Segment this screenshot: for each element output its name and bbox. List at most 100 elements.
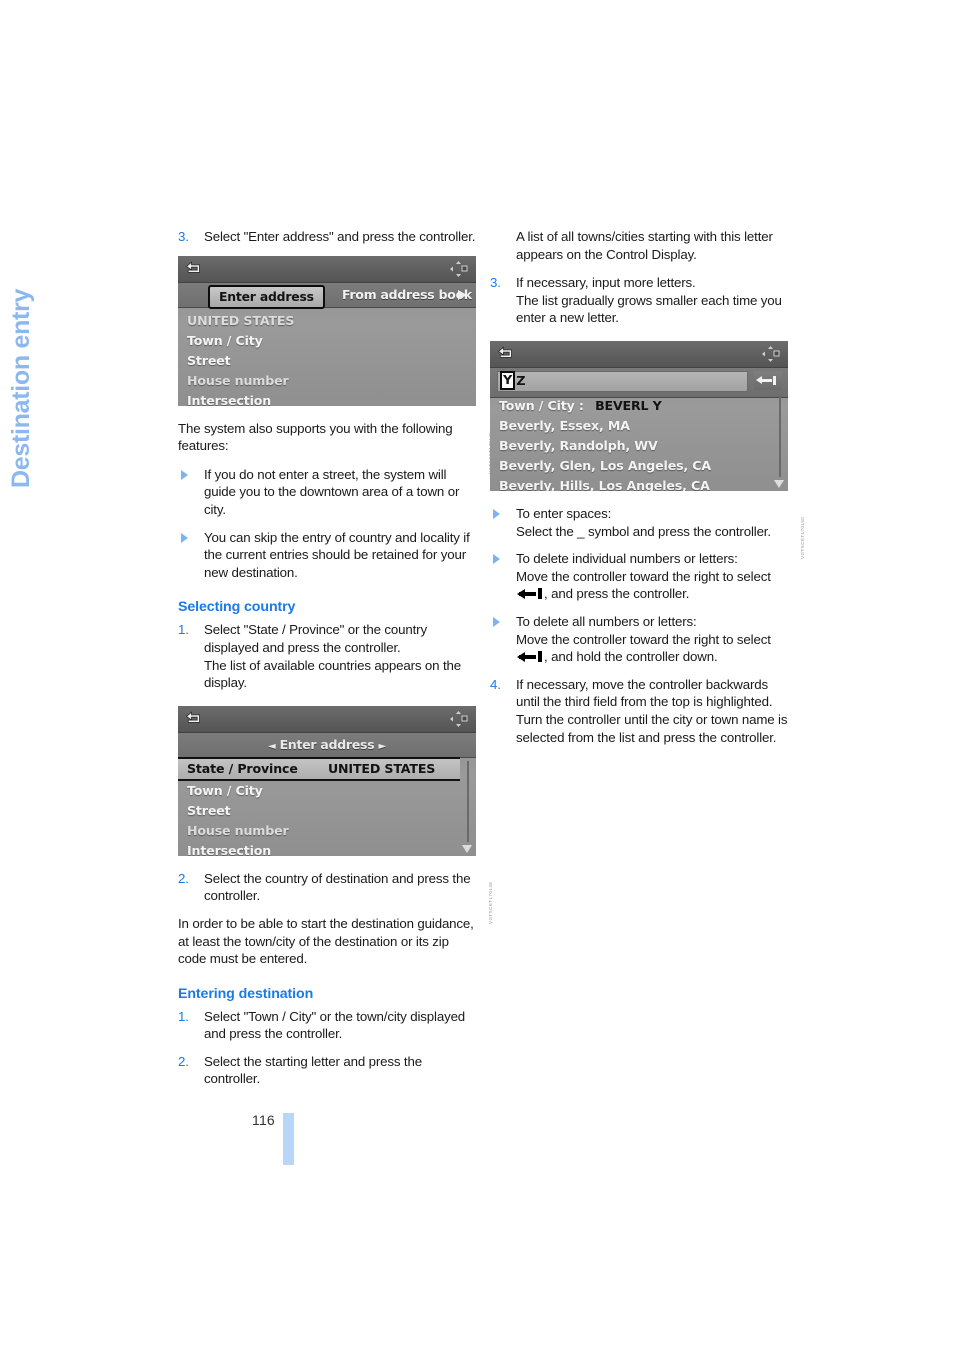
nav-screen-enter-address: Enter address From address book UNITED S… (178, 255, 476, 406)
bullet-enter-spaces: To enter spaces: Select the _ symbol and… (490, 505, 788, 540)
step-number: 2. (178, 1053, 189, 1069)
figure-state-province: ◄ Enter address ► State / Province UNITE… (178, 705, 493, 924)
nav-list-results: Town / City : BEVERL Y Beverly, Essex, M… (490, 394, 788, 491)
triangle-bullet-icon (181, 532, 188, 543)
backspace-bar (773, 375, 776, 385)
nav-row[interactable]: Beverly, Hills, Los Angeles, CA (490, 476, 788, 491)
backspace-arrow-icon (517, 651, 543, 663)
bullet-title: To delete all numbers or letters: (516, 613, 697, 629)
next-letter[interactable]: Z (516, 374, 525, 389)
step-subtext: The list of available countries appears … (204, 657, 461, 691)
nav-title-row: ◄ Enter address ► (178, 732, 476, 758)
nav-row[interactable]: Beverly, Randolph, WV (490, 436, 788, 456)
bullet-body: Move the controller toward the right to … (516, 568, 771, 584)
screen-title-label: Enter address (279, 736, 375, 752)
page-number: 116 (252, 1112, 275, 1128)
bullet-text: You can skip the entry of country and lo… (204, 529, 470, 580)
step-number: 1. (178, 1008, 189, 1024)
nav-row[interactable]: Town / City (178, 781, 476, 801)
back-arrow-icon (497, 346, 514, 361)
nav-topbar (490, 340, 788, 368)
nav-row-state-province[interactable]: State / Province UNITED STATES (178, 756, 460, 781)
bullet-body-tail: , and press the controller. (544, 586, 690, 602)
chapter-title: Destination entry (7, 288, 35, 488)
heading-entering-destination: Entering destination (178, 985, 314, 1002)
nav-topbar (178, 705, 476, 733)
nav-row[interactable]: House number (178, 821, 476, 841)
step-text: If necessary, input more letters. (516, 275, 696, 291)
triangle-bullet-icon (181, 469, 188, 480)
nav-row[interactable]: Beverly, Glen, Los Angeles, CA (490, 456, 788, 476)
nav-topbar (178, 255, 476, 283)
scrollbar[interactable] (461, 759, 474, 854)
country-step-1: 1. Select "State / Province" or the coun… (178, 621, 476, 691)
scrollbar-track (779, 395, 781, 477)
step-number: 2. (178, 870, 189, 886)
left-column: 3. Select "Enter address" and press the … (178, 228, 493, 1098)
step-text: Select the starting letter and press the… (204, 1053, 422, 1087)
bullet-body: Select the _ symbol and press the contro… (516, 523, 771, 539)
figure-enter-address: Enter address From address book UNITED S… (178, 255, 493, 474)
chevron-left-icon[interactable]: ◄ (268, 741, 276, 752)
nav-row[interactable]: Intersection (178, 841, 476, 856)
destination-step-1: 1. Select "Town / City" or the town/city… (178, 1008, 476, 1043)
scroll-down-arrow-icon[interactable] (774, 479, 784, 488)
bullet-title: To delete individual numbers or letters: (516, 551, 738, 567)
scroll-down-arrow-icon[interactable] (462, 844, 472, 853)
step-number: 3. (490, 275, 501, 291)
backspace-arrow-icon (517, 588, 543, 600)
bullet-title: To enter spaces: (516, 505, 612, 521)
nav-row-value: BEVERL Y (595, 397, 662, 413)
nav-row[interactable]: UNITED STATES (178, 311, 476, 331)
figure-caption: VGTSCET170148 (488, 881, 493, 924)
step-text: Select "Enter address" and press the con… (204, 229, 476, 244)
nav-row[interactable]: Street (178, 801, 476, 821)
scrollbar-track (467, 760, 469, 842)
right-column: A list of all towns/cities starting with… (490, 228, 805, 756)
nav-row[interactable]: House number (178, 371, 476, 391)
chevron-right-icon[interactable] (458, 289, 467, 300)
bullet-delete-all: To delete all numbers or letters: Move t… (490, 613, 788, 666)
bullet-delete-individual: To delete individual numbers or letters:… (490, 550, 788, 603)
step-text: Select "State / Province" or the country… (204, 622, 427, 655)
nav-row[interactable]: Street (178, 351, 476, 371)
step-4-select-town: 4. If necessary, move the controller bac… (490, 676, 788, 746)
nav-row[interactable]: Intersection (178, 391, 476, 406)
step-number: 1. (178, 622, 189, 638)
nav-screen-state-province: ◄ Enter address ► State / Province UNITE… (178, 705, 476, 856)
nav-row[interactable]: Town / City (178, 331, 476, 351)
zip-code-note: In order to be able to start the destina… (178, 915, 474, 967)
nav-row-town-city-result[interactable]: Town / City : BEVERL Y (490, 396, 788, 416)
step-3-more-letters: 3. If necessary, input more letters. The… (490, 274, 788, 327)
nav-row-label: Town / City : (499, 397, 584, 413)
letter-input-field[interactable]: YZ (497, 370, 748, 392)
scrollbar[interactable] (773, 394, 786, 489)
country-step-2: 2. Select the country of destination and… (178, 870, 476, 905)
destination-step-2: 2. Select the starting letter and press … (178, 1053, 476, 1088)
navigation-compass-icon (449, 260, 468, 278)
chevron-right-icon[interactable]: ► (379, 741, 387, 752)
selected-letter[interactable]: Y (500, 370, 516, 390)
bullet-body: Move the controller toward the right to … (516, 631, 771, 647)
backspace-arrow-icon[interactable] (754, 370, 782, 390)
navigation-compass-icon (449, 710, 468, 728)
nav-row-value: UNITED STATES (327, 760, 436, 776)
figure-caption: VGTSCET170150 (800, 516, 805, 559)
nav-row[interactable]: Beverly, Essex, MA (490, 416, 788, 436)
figure-town-city-list: YZ Town / City : BEVERL Y Beverly, Essex… (490, 340, 805, 559)
back-arrow-icon (185, 711, 202, 726)
navigation-compass-icon (761, 345, 780, 363)
page-edge-marker (283, 1113, 294, 1165)
supports-intro-text: The system also supports you with the fo… (178, 420, 453, 454)
step-text: Select "Town / City" or the town/city di… (204, 1008, 466, 1042)
heading-selecting-country: Selecting country (178, 599, 296, 616)
tab-from-address-book[interactable]: From address book (342, 285, 472, 305)
triangle-bullet-icon (493, 508, 500, 519)
bullet-skip-country: You can skip the entry of country and lo… (178, 529, 476, 582)
bullet-no-street: If you do not enter a street, the system… (178, 466, 476, 519)
triangle-bullet-icon (493, 616, 500, 627)
back-arrow-icon (185, 260, 202, 276)
step-number: 4. (490, 676, 501, 692)
nav-list-fields: State / Province UNITED STATES Town / Ci… (178, 756, 476, 856)
tab-enter-address[interactable]: Enter address (208, 284, 325, 309)
